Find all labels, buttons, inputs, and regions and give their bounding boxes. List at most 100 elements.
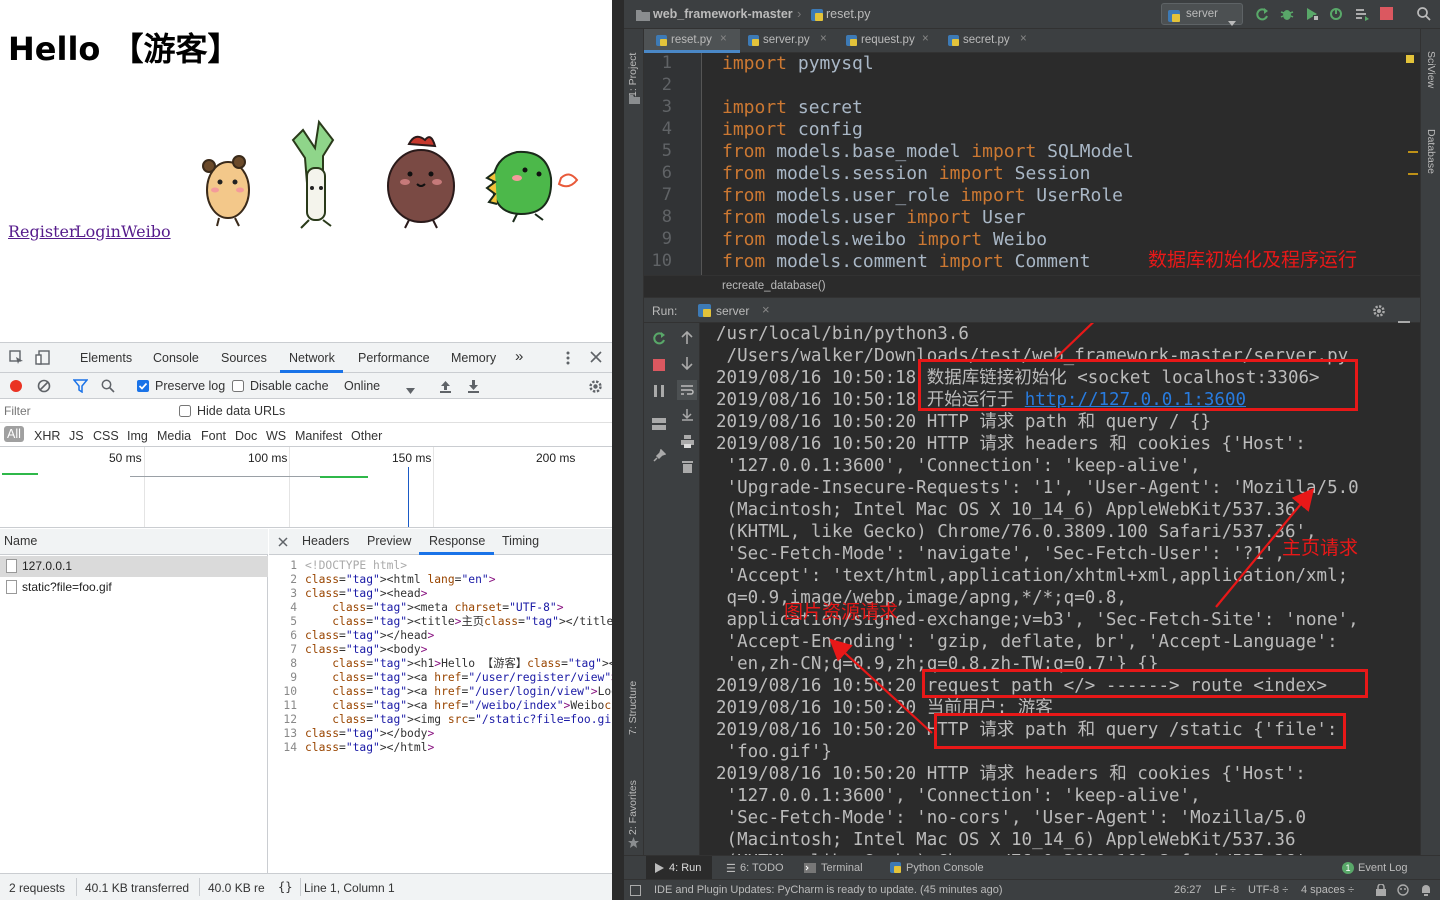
tab-network[interactable]: Network <box>289 351 335 365</box>
hide-data-urls-checkbox[interactable] <box>179 405 191 420</box>
filter-other[interactable]: Other <box>351 429 382 443</box>
window-divider[interactable] <box>612 0 624 900</box>
profile-icon[interactable] <box>1330 7 1344 26</box>
run-tab-server[interactable]: server <box>716 304 749 318</box>
caret-position[interactable]: 26:27 <box>1174 884 1202 896</box>
kebab-menu-icon[interactable] <box>566 350 570 369</box>
function-breadcrumb[interactable]: recreate_database() <box>644 275 1420 297</box>
error-stripe-mark[interactable] <box>1408 173 1418 175</box>
tab-console[interactable]: Console <box>153 351 199 365</box>
run-console[interactable]: /usr/local/bin/python3.6 /Users/walker/D… <box>700 323 1420 855</box>
database-tool-button[interactable]: Database <box>1425 129 1437 174</box>
soft-wrap-icon[interactable] <box>677 380 697 400</box>
filter-doc[interactable]: Doc <box>235 429 257 443</box>
inspector-icon[interactable] <box>1396 883 1410 900</box>
search-icon[interactable] <box>1417 7 1431 26</box>
pin-icon[interactable] <box>653 448 667 467</box>
more-tabs-icon[interactable]: » <box>515 348 523 365</box>
status-message[interactable]: IDE and Plugin Updates: PyCharm is ready… <box>654 884 1003 896</box>
coverage-icon[interactable] <box>1305 7 1319 26</box>
arrow-up-icon[interactable] <box>681 330 693 350</box>
run-config-select[interactable]: server <box>1161 3 1243 26</box>
clear-icon[interactable] <box>37 379 51 396</box>
close-icon[interactable]: × <box>820 33 827 45</box>
gear-icon[interactable] <box>588 379 603 397</box>
import-har-icon[interactable] <box>439 379 452 396</box>
filter-img[interactable]: Img <box>127 429 148 443</box>
trash-icon[interactable] <box>682 460 693 478</box>
stop-icon[interactable] <box>1380 7 1393 25</box>
preserve-log-checkbox[interactable] <box>137 380 149 395</box>
search-icon[interactable] <box>101 379 115 396</box>
pause-icon[interactable] <box>653 384 665 402</box>
close-icon[interactable]: × <box>1020 33 1027 45</box>
toggle-tool-windows-icon[interactable] <box>630 885 641 899</box>
code-editor[interactable]: 1 import pymysql 2 3 import secret 4 import co… <box>644 53 1420 275</box>
register-link[interactable]: Register <box>8 222 77 241</box>
inspection-status-icon[interactable] <box>1406 55 1414 63</box>
close-icon[interactable]: × <box>762 302 770 317</box>
inspect-element-icon[interactable] <box>9 350 24 368</box>
tab-memory[interactable]: Memory <box>451 351 496 365</box>
filter-input[interactable] <box>4 402 166 420</box>
tab-response[interactable]: Response <box>429 534 485 548</box>
tab-preview[interactable]: Preview <box>367 534 411 548</box>
tab-sources[interactable]: Sources <box>221 351 267 365</box>
device-toolbar-icon[interactable] <box>35 350 51 368</box>
tab-secret-py[interactable]: secret.py × <box>940 29 1038 53</box>
tab-elements[interactable]: Elements <box>80 351 132 365</box>
notification-icon[interactable] <box>1420 884 1432 899</box>
project-name[interactable]: web_framework-master <box>653 7 793 21</box>
indent-setting[interactable]: 4 spaces ÷ <box>1301 884 1354 896</box>
structure-tool-button[interactable]: 7: Structure <box>627 681 639 735</box>
python-console-tool-tab[interactable]: Python Console <box>906 862 984 874</box>
disable-cache-checkbox[interactable] <box>232 380 244 395</box>
request-row[interactable]: 127.0.0.1 <box>0 556 268 577</box>
filter-manifest[interactable]: Manifest <box>295 429 342 443</box>
filter-ws[interactable]: WS <box>266 429 286 443</box>
close-icon[interactable] <box>278 536 288 550</box>
tab-performance[interactable]: Performance <box>358 351 430 365</box>
stop-icon[interactable] <box>653 358 665 376</box>
tab-reset-py[interactable]: reset.py × <box>644 29 740 53</box>
filter-js[interactable]: JS <box>69 429 84 443</box>
export-har-icon[interactable] <box>467 379 480 396</box>
error-stripe-mark[interactable] <box>1408 151 1418 153</box>
filter-xhr[interactable]: XHR <box>34 429 60 443</box>
chevron-down-icon[interactable] <box>406 383 415 397</box>
filter-font[interactable]: Font <box>201 429 226 443</box>
pretty-print-button[interactable]: {} <box>278 880 292 894</box>
breadcrumb-file[interactable]: reset.py <box>826 7 870 21</box>
sciview-tool-button[interactable]: SciView <box>1425 51 1437 88</box>
close-icon[interactable]: × <box>720 33 727 45</box>
weibo-link[interactable]: Weibo <box>121 222 171 241</box>
tab-headers[interactable]: Headers <box>302 534 349 548</box>
close-icon[interactable] <box>590 351 602 366</box>
debug-icon[interactable] <box>1280 7 1294 26</box>
filter-all[interactable]: All <box>4 426 24 442</box>
lock-icon[interactable] <box>1376 883 1386 899</box>
tab-request-py[interactable]: request.py × <box>838 29 940 53</box>
tab-timing[interactable]: Timing <box>502 534 539 548</box>
print-icon[interactable] <box>681 435 694 453</box>
record-icon[interactable] <box>9 379 23 396</box>
network-overview-timeline[interactable]: 50 ms 100 ms 150 ms 200 ms <box>0 447 612 528</box>
terminal-tool-tab[interactable]: Terminal <box>821 862 863 874</box>
favorites-tool-button[interactable]: 2: Favorites <box>627 780 639 835</box>
throttle-select[interactable]: Online <box>344 379 380 393</box>
concurrency-icon[interactable] <box>1355 7 1369 26</box>
gear-icon[interactable] <box>1372 304 1386 323</box>
arrow-down-icon[interactable] <box>681 356 693 375</box>
filter-icon[interactable] <box>72 379 89 396</box>
file-encoding[interactable]: UTF-8 ÷ <box>1248 884 1288 896</box>
tab-server-py[interactable]: server.py × <box>740 29 838 53</box>
layout-icon[interactable] <box>652 417 666 435</box>
event-log-tool-tab[interactable]: Event Log <box>1358 862 1408 874</box>
filter-css[interactable]: CSS <box>93 429 119 443</box>
rerun-icon[interactable] <box>1255 7 1269 26</box>
filter-media[interactable]: Media <box>157 429 191 443</box>
todo-tool-tab[interactable]: 6: TODO <box>740 862 784 874</box>
close-icon[interactable]: × <box>922 33 929 45</box>
run-tool-tab[interactable]: 4: Run <box>669 862 701 874</box>
rerun-icon[interactable] <box>652 331 666 350</box>
